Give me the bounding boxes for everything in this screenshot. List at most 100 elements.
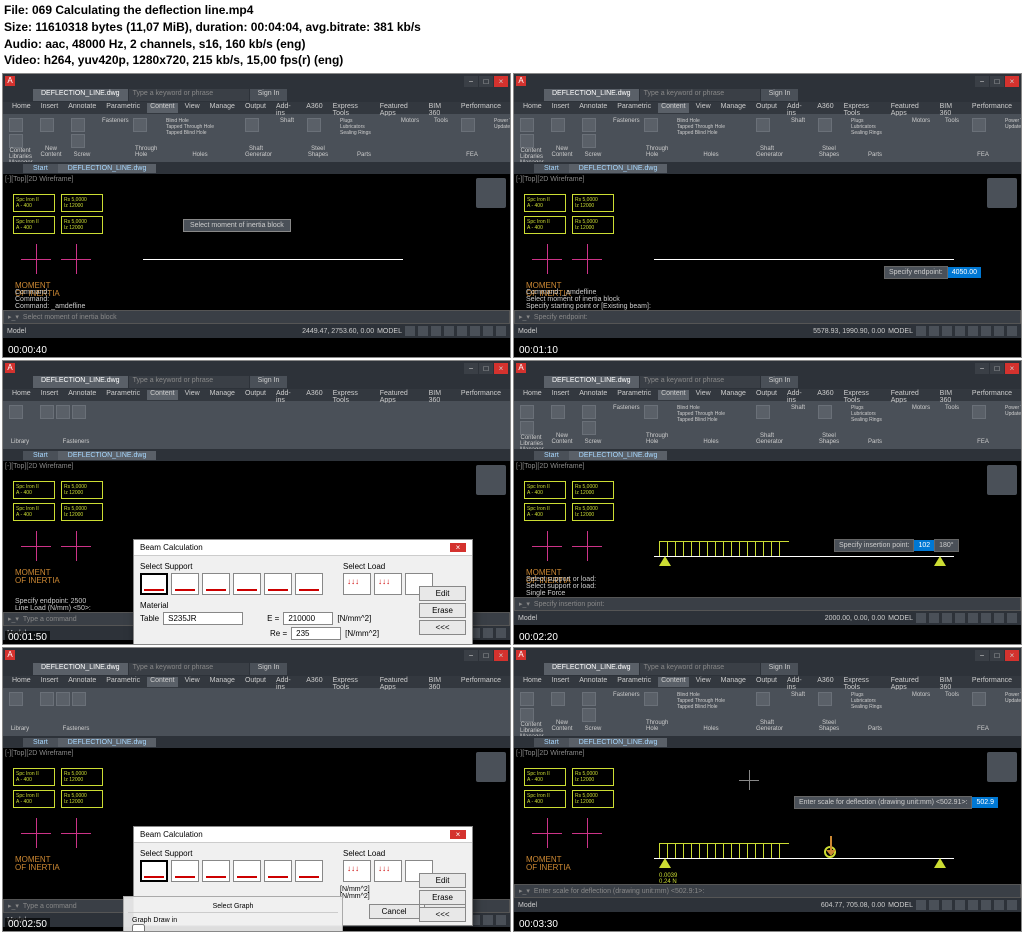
menu-item[interactable]: Home [9, 390, 34, 400]
menu-item[interactable]: Home [520, 390, 545, 400]
status-toggle[interactable] [483, 326, 493, 336]
load-option[interactable]: ↓↓↓ [374, 860, 402, 882]
file-tab[interactable]: DEFLECTION_LINE.dwg [569, 451, 668, 460]
minimize-button[interactable]: − [975, 363, 989, 374]
search-input[interactable]: Type a keyword or phrase [640, 663, 760, 675]
menu-item[interactable]: Express Tools [330, 677, 373, 687]
menu-item[interactable]: Content [658, 390, 689, 400]
status-toggle[interactable] [418, 326, 428, 336]
menu-item[interactable]: Manage [207, 390, 238, 400]
table-input[interactable] [163, 612, 243, 625]
menu-item[interactable]: Add-ins [784, 390, 810, 400]
menu-item[interactable]: View [693, 390, 714, 400]
close-button[interactable]: × [1005, 363, 1019, 374]
model-label[interactable]: Model [7, 328, 26, 335]
menu-item[interactable]: Content [147, 390, 178, 400]
status-toggle[interactable] [968, 613, 978, 623]
edit-button[interactable]: Edit [419, 873, 466, 888]
menu-item[interactable]: Output [242, 390, 269, 400]
close-button[interactable]: × [1005, 76, 1019, 87]
status-toggle[interactable] [981, 900, 991, 910]
edit-button[interactable]: Edit [419, 586, 466, 601]
sign-in[interactable]: Sign In [761, 663, 799, 675]
status-toggle[interactable] [968, 900, 978, 910]
drawing-canvas[interactable]: [-][Top][2D Wireframe] Spc Iron IIA - 40… [514, 748, 1021, 898]
menu-item[interactable]: Insert [549, 677, 573, 687]
menu-item[interactable]: Express Tools [330, 390, 373, 400]
start-tab[interactable]: Start [23, 451, 58, 460]
menu-item[interactable]: Parametric [103, 677, 143, 687]
menu-item[interactable]: Featured Apps [888, 103, 933, 113]
search-input[interactable]: Type a keyword or phrase [640, 89, 760, 101]
menu-item[interactable]: Add-ins [273, 103, 299, 113]
menu-item[interactable]: BIM 360 [937, 677, 965, 687]
dialog-close-button[interactable]: × [450, 830, 466, 839]
model-label[interactable]: Model [518, 328, 537, 335]
menu-item[interactable]: Output [753, 677, 780, 687]
close-button[interactable]: × [494, 650, 508, 661]
menu-item[interactable]: A360 [814, 103, 836, 113]
menu-item[interactable]: BIM 360 [937, 103, 965, 113]
menu-item[interactable]: Parametric [614, 103, 654, 113]
cancel-button[interactable]: Cancel [369, 904, 420, 919]
support-option[interactable] [140, 573, 168, 595]
status-toggle[interactable] [483, 915, 493, 925]
drawing-tab[interactable]: DEFLECTION_LINE.dwg [544, 376, 639, 388]
status-toggle[interactable] [994, 900, 1004, 910]
menu-item[interactable]: Parametric [103, 103, 143, 113]
status-toggle[interactable] [496, 628, 506, 638]
close-button[interactable]: × [494, 76, 508, 87]
file-tab[interactable]: DEFLECTION_LINE.dwg [58, 738, 157, 747]
menu-item[interactable]: Performance [969, 390, 1015, 400]
support-option[interactable] [202, 573, 230, 595]
sign-in[interactable]: Sign In [761, 376, 799, 388]
menu-item[interactable]: Express Tools [841, 390, 884, 400]
menu-item[interactable]: Add-ins [784, 103, 810, 113]
menu-item[interactable]: Manage [718, 103, 749, 113]
status-toggle[interactable] [483, 628, 493, 638]
maximize-button[interactable]: □ [990, 650, 1004, 661]
menu-item[interactable]: Manage [207, 677, 238, 687]
status-toggle[interactable] [470, 326, 480, 336]
sign-in[interactable]: Sign In [250, 89, 288, 101]
e-input[interactable] [283, 612, 333, 625]
menu-item[interactable]: Featured Apps [377, 103, 422, 113]
minimize-button[interactable]: − [975, 650, 989, 661]
drawing-tab[interactable]: DEFLECTION_LINE.dwg [33, 663, 128, 675]
drawing-tab[interactable]: DEFLECTION_LINE.dwg [33, 376, 128, 388]
menu-item[interactable]: Featured Apps [888, 390, 933, 400]
menu-item[interactable]: Annotate [576, 103, 610, 113]
menu-item[interactable]: A360 [814, 677, 836, 687]
menu-item[interactable]: Home [9, 677, 34, 687]
support-option[interactable] [264, 573, 292, 595]
maximize-button[interactable]: □ [479, 650, 493, 661]
command-line[interactable]: ▸_▾ Enter scale for deflection (drawing … [514, 884, 1021, 898]
menu-item[interactable]: Add-ins [784, 677, 810, 687]
menu-item[interactable]: Featured Apps [888, 677, 933, 687]
menu-item[interactable]: Annotate [576, 677, 610, 687]
status-toggle[interactable] [431, 326, 441, 336]
status-toggle[interactable] [496, 915, 506, 925]
search-input[interactable]: Type a keyword or phrase [129, 89, 249, 101]
menu-item[interactable]: Output [753, 390, 780, 400]
menu-item[interactable]: View [182, 390, 203, 400]
support-option[interactable] [202, 860, 230, 882]
start-tab[interactable]: Start [534, 738, 569, 747]
menu-item[interactable]: A360 [303, 103, 325, 113]
status-toggle[interactable] [444, 326, 454, 336]
menu-item[interactable]: View [182, 103, 203, 113]
maximize-button[interactable]: □ [990, 363, 1004, 374]
sign-in[interactable]: Sign In [250, 663, 288, 675]
menu-item[interactable]: Content [658, 677, 689, 687]
command-line[interactable]: ▸_▾ Select moment of inertia block [3, 310, 510, 324]
minimize-button[interactable]: − [464, 650, 478, 661]
menu-item[interactable]: Insert [38, 677, 62, 687]
nav-cube[interactable] [476, 752, 506, 782]
menu-item[interactable]: Performance [458, 677, 504, 687]
support-option[interactable] [233, 573, 261, 595]
status-toggle[interactable] [929, 326, 939, 336]
maximize-button[interactable]: □ [479, 76, 493, 87]
menu-item[interactable]: Add-ins [273, 390, 299, 400]
prev-button[interactable]: <<< [419, 620, 466, 635]
menu-item[interactable]: A360 [303, 390, 325, 400]
